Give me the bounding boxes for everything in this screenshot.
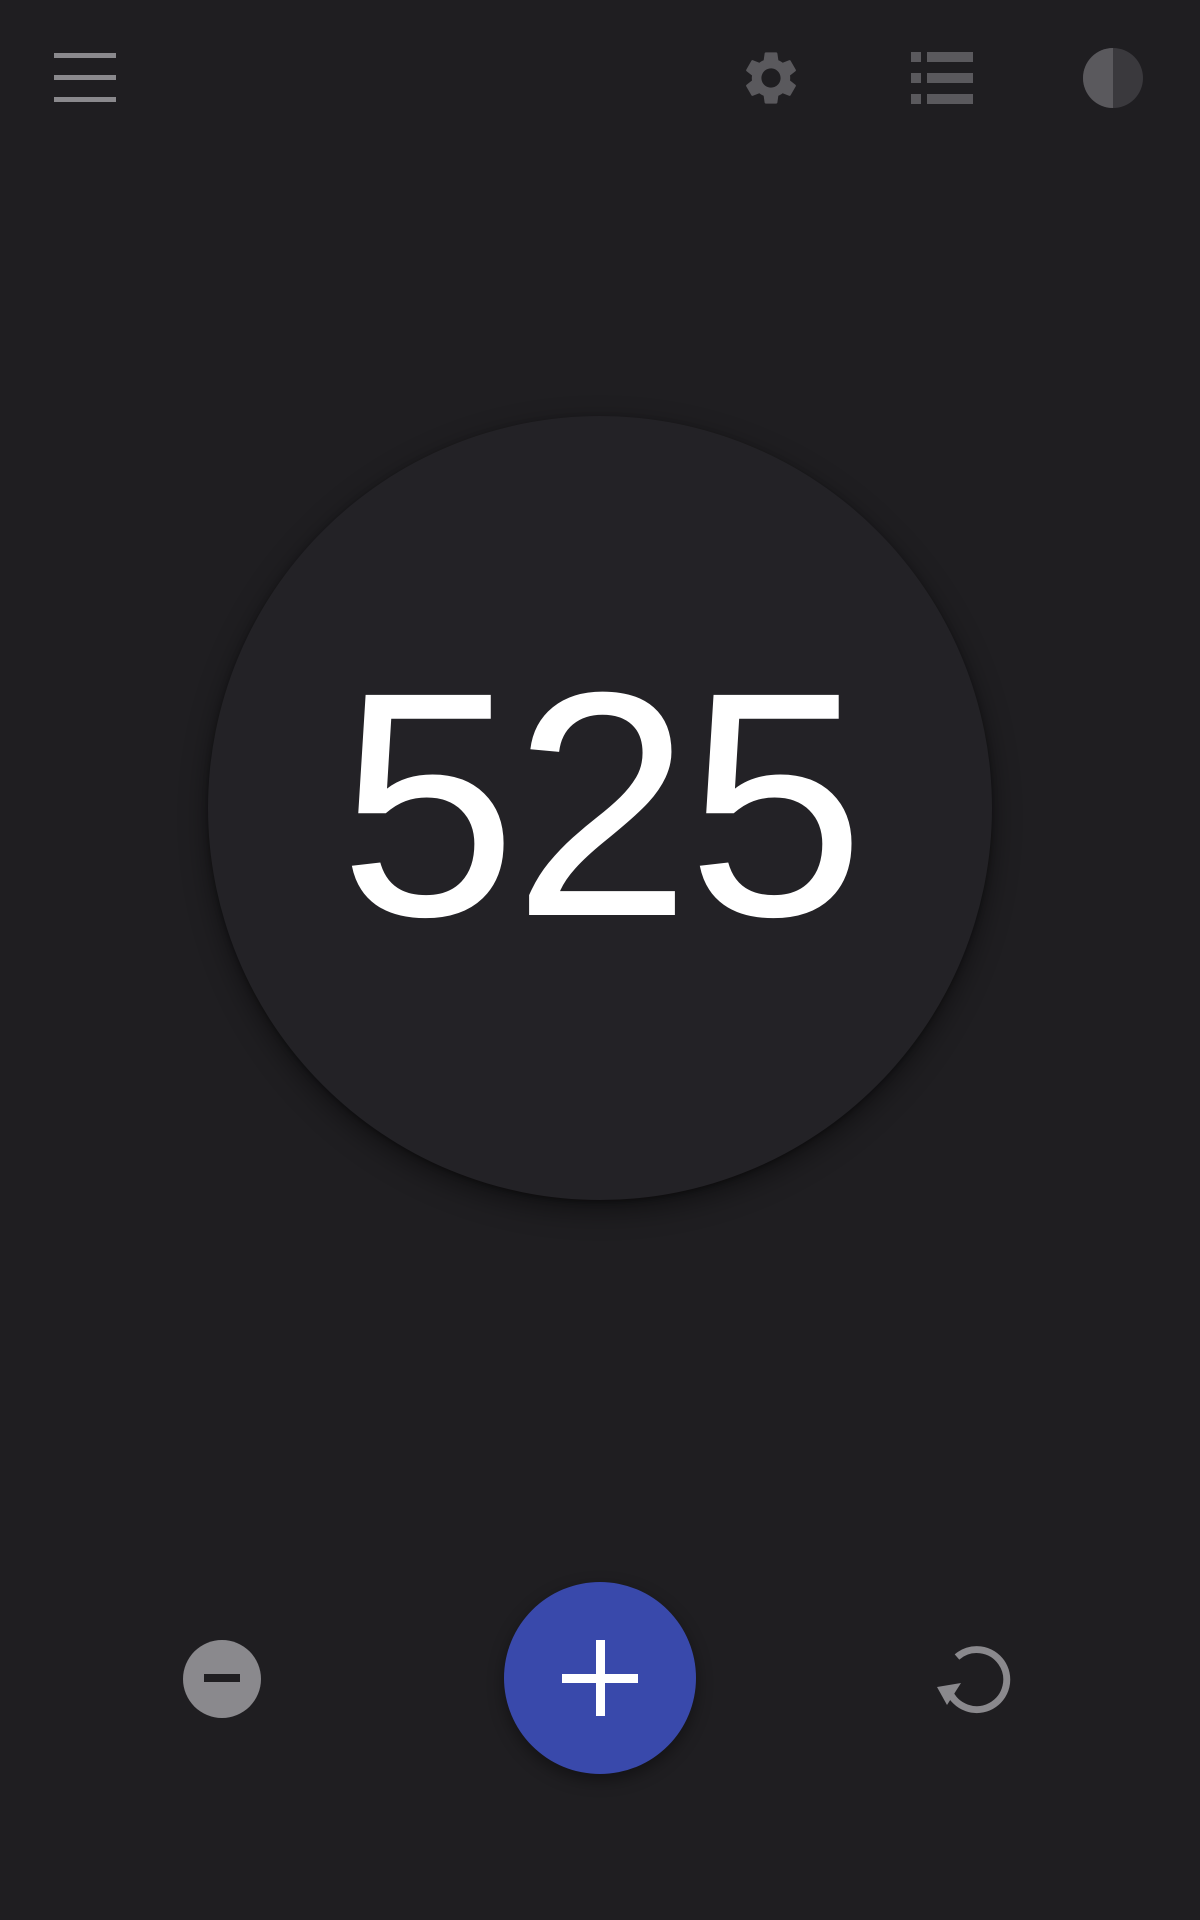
increment-button[interactable] xyxy=(504,1582,696,1774)
settings-button[interactable] xyxy=(729,36,813,120)
contrast-icon xyxy=(1083,48,1143,108)
menu-button[interactable] xyxy=(43,36,127,120)
plus-icon xyxy=(562,1640,638,1716)
hamburger-menu-icon xyxy=(54,53,116,102)
refresh-icon xyxy=(937,1646,1011,1714)
list-button[interactable] xyxy=(900,36,984,120)
decrement-button[interactable] xyxy=(183,1640,261,1718)
reset-button[interactable] xyxy=(928,1634,1018,1724)
counter-screen: 525 xyxy=(0,0,1200,1920)
minus-circle-icon xyxy=(204,1674,240,1682)
theme-toggle-button[interactable] xyxy=(1071,36,1155,120)
counter-display[interactable]: 525 xyxy=(208,416,992,1200)
gear-icon xyxy=(746,52,796,104)
counter-value: 525 xyxy=(339,625,865,983)
list-icon xyxy=(911,52,973,104)
